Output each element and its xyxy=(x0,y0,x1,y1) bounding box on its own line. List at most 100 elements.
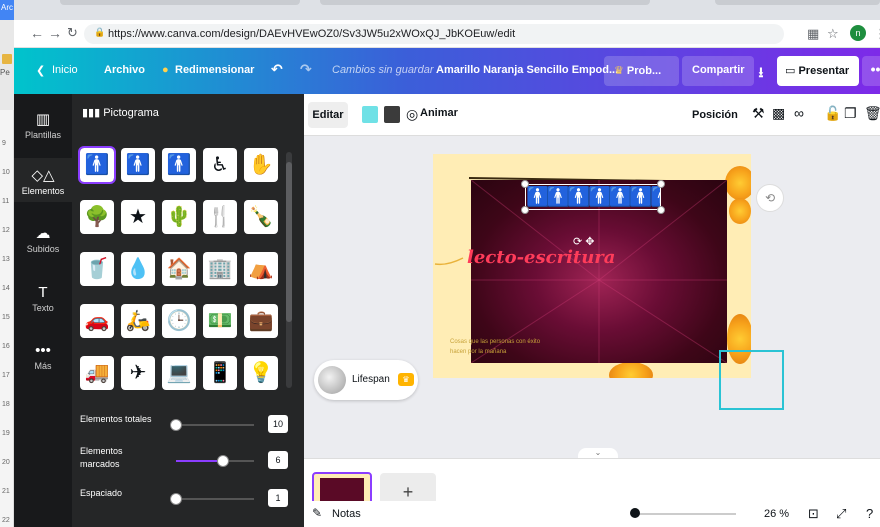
fullscreen-expand-icon[interactable]: ⤢ xyxy=(836,506,846,522)
duplicate-icon[interactable]: ❐ xyxy=(844,105,857,122)
bookmark-star-icon[interactable]: ☆ xyxy=(827,26,839,42)
star-icon[interactable]: ★ xyxy=(121,200,155,234)
transparency-icon[interactable]: ▩ xyxy=(772,105,785,122)
laptop-icon[interactable]: 💻 xyxy=(162,356,196,390)
clock-icon[interactable]: 🕒 xyxy=(162,304,196,338)
tent-icon[interactable]: ⛺ xyxy=(244,252,278,286)
briefcase-icon[interactable]: 💼 xyxy=(244,304,278,338)
magic-refresh-icon[interactable]: ⟲ xyxy=(756,184,784,212)
profile-avatar[interactable]: n xyxy=(850,25,866,41)
airplane-icon[interactable]: ✈ xyxy=(121,356,155,390)
person-icon[interactable]: 🚹 xyxy=(78,146,116,184)
redo-icon[interactable]: ↷ xyxy=(300,61,312,78)
color-swatch-dark[interactable] xyxy=(384,106,400,123)
browser-tab[interactable]: Arc xyxy=(0,0,14,20)
slider-value-input[interactable]: 1 xyxy=(268,489,288,507)
truck-icon[interactable]: 🚚 xyxy=(80,356,114,390)
presentar-button[interactable]: ▭ Presentar xyxy=(777,56,859,86)
scrollbar-thumb[interactable] xyxy=(286,162,292,322)
more-options-icon[interactable]: ••• xyxy=(862,56,880,86)
color-swatch-cyan[interactable] xyxy=(362,106,378,123)
slider-knob[interactable] xyxy=(170,493,182,505)
design-caption-text[interactable]: Cosas que las personas con éxito hacen p… xyxy=(450,337,550,357)
tree-icon[interactable]: 🌳 xyxy=(80,200,114,234)
download-icon[interactable]: ⭳ xyxy=(750,56,772,86)
marigold-flower[interactable] xyxy=(725,166,751,200)
folder-icon[interactable] xyxy=(2,54,12,64)
bookmark-label[interactable]: Pe xyxy=(0,68,10,77)
person-walking-icon[interactable]: 🚹 xyxy=(121,148,155,182)
url-field[interactable]: 🔒 https://www.canva.com/design/DAEvHVEwO… xyxy=(84,24,784,44)
posicion-button[interactable]: Posición xyxy=(692,109,738,121)
house-icon[interactable]: 🏠 xyxy=(162,252,196,286)
undo-icon[interactable]: ↶ xyxy=(271,61,283,78)
slider-value-input[interactable]: 6 xyxy=(268,451,288,469)
slider-track[interactable] xyxy=(170,419,254,431)
lightbulb-icon[interactable]: 💡 xyxy=(244,356,278,390)
qr-code-icon[interactable]: ▦ xyxy=(807,26,819,42)
reload-icon[interactable]: ↻ xyxy=(67,25,78,41)
car-icon[interactable]: 🚗 xyxy=(80,304,114,338)
try-pro-button[interactable]: ♛ Prob... xyxy=(604,56,679,86)
accessible-person-icon[interactable]: ♿ xyxy=(203,148,237,182)
document-title[interactable]: Amarillo Naranja Sencillo Empod... xyxy=(436,64,618,76)
hand-icon[interactable]: ✋ xyxy=(244,148,278,182)
bottle-icon[interactable]: 🍾 xyxy=(244,200,278,234)
resize-handle[interactable] xyxy=(521,180,529,188)
slider-value-input[interactable]: 10 xyxy=(268,415,288,433)
cutlery-icon[interactable]: 🍴 xyxy=(203,200,237,234)
resize-handle[interactable] xyxy=(657,206,665,214)
design-page[interactable]: 🚹🚹🚹🚹🚹🚹🚹🚹🚹🚹 ⟳ ✥ lecto-escritura Cosas que… xyxy=(433,154,751,378)
resize-handle[interactable] xyxy=(521,206,529,214)
marigold-flower[interactable] xyxy=(729,198,751,224)
notas-button[interactable]: Notas xyxy=(332,508,361,520)
slider-track[interactable] xyxy=(170,493,254,505)
browser-tab[interactable] xyxy=(715,0,880,5)
selection-frame[interactable] xyxy=(719,350,784,410)
chevron-down-icon[interactable]: ⌄ xyxy=(578,448,618,458)
rail-item-mas[interactable]: ••• Más xyxy=(14,342,72,371)
panel-scrollbar[interactable] xyxy=(286,152,292,388)
zoom-level[interactable]: 26 % xyxy=(764,508,789,520)
compartir-button[interactable]: Compartir xyxy=(682,56,754,86)
redimensionar-button[interactable]: Redimensionar xyxy=(175,64,254,76)
banknote-icon[interactable]: 💵 xyxy=(203,304,237,338)
forward-arrow-icon[interactable]: → xyxy=(48,25,62,41)
resize-handle[interactable] xyxy=(657,180,665,188)
back-arrow-icon[interactable]: ← xyxy=(30,25,44,41)
menu-dots-icon[interactable]: ⋮ xyxy=(874,26,880,42)
help-icon[interactable]: ? xyxy=(866,506,873,521)
drop-icon[interactable]: 💧 xyxy=(121,252,155,286)
paint-roller-icon[interactable]: ⚒ xyxy=(752,105,765,122)
editar-button[interactable]: Editar xyxy=(308,102,348,128)
lifespan-chip[interactable]: Lifespan ♛ xyxy=(314,360,418,400)
rail-item-subidos[interactable]: ☁ Subidos xyxy=(14,224,72,254)
link-icon[interactable]: ∞ xyxy=(794,105,804,121)
slider-track[interactable] xyxy=(176,455,254,467)
rail-item-texto[interactable]: T Texto xyxy=(14,284,72,313)
zoom-slider-knob[interactable] xyxy=(630,508,640,518)
rail-item-elementos[interactable]: ◇△ Elementos xyxy=(14,158,72,202)
rail-item-plantillas[interactable]: ▥ Plantillas xyxy=(14,110,72,140)
cup-icon[interactable]: 🥤 xyxy=(80,252,114,286)
lock-icon[interactable]: 🔓 xyxy=(824,105,841,122)
browser-tab[interactable] xyxy=(60,0,300,5)
pictogram-element[interactable]: 🚹🚹🚹🚹🚹🚹🚹🚹🚹🚹 xyxy=(525,184,661,210)
cactus-icon[interactable]: 🌵 xyxy=(162,200,196,234)
chevron-left-icon[interactable]: ❮ xyxy=(36,64,45,77)
browser-tab[interactable] xyxy=(320,0,650,5)
inicio-button[interactable]: Inicio xyxy=(52,64,78,76)
slider-knob[interactable] xyxy=(216,455,229,467)
trash-icon[interactable]: 🗑 xyxy=(864,105,880,122)
canvas-area[interactable]: 🚹🚹🚹🚹🚹🚹🚹🚹🚹🚹 ⟳ ✥ lecto-escritura Cosas que… xyxy=(304,136,880,458)
man-icon[interactable]: 🚹 xyxy=(162,148,196,182)
scooter-icon[interactable]: 🛵 xyxy=(121,304,155,338)
slider-knob[interactable] xyxy=(170,419,182,431)
animar-button[interactable]: Animar xyxy=(420,107,458,119)
zoom-slider[interactable] xyxy=(632,513,736,515)
archivo-menu[interactable]: Archivo xyxy=(104,64,145,76)
phone-icon[interactable]: 📱 xyxy=(203,356,237,390)
building-icon[interactable]: 🏢 xyxy=(203,252,237,286)
page-grid-icon[interactable]: ⊡ xyxy=(808,506,819,522)
design-title-text[interactable]: lecto-escritura xyxy=(467,247,615,268)
